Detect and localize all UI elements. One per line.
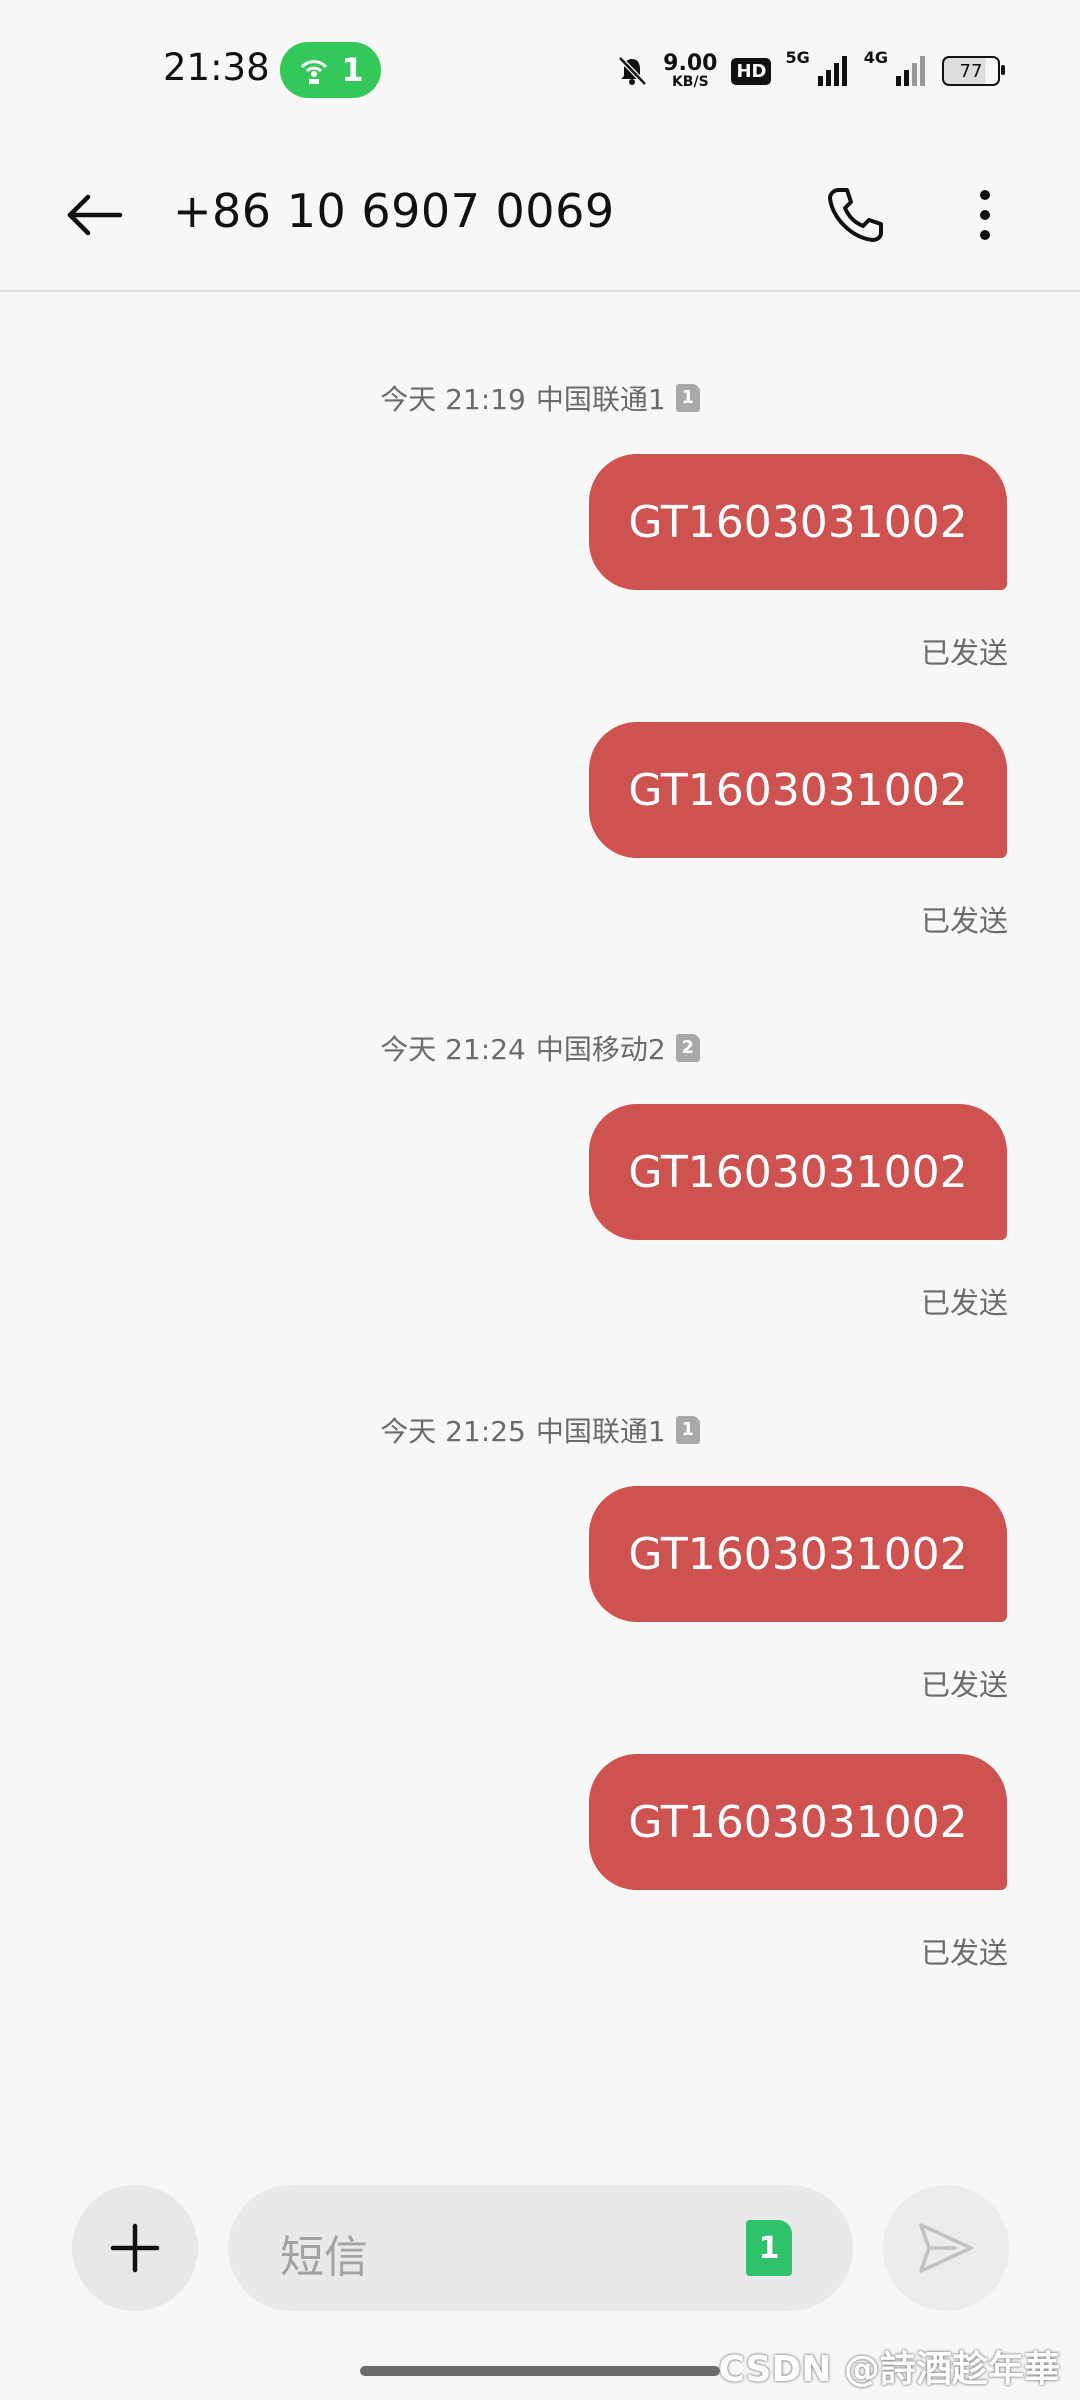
status-bar: 21:38 1 9.00 KB/S HD 5G 4G 77 bbox=[0, 0, 1080, 140]
timestamp-time: 今天 21:24 bbox=[380, 1033, 526, 1066]
plus-icon bbox=[110, 2223, 160, 2273]
message-bubble[interactable]: GT1603031002 bbox=[589, 1486, 1007, 1622]
sim-card-icon: 1 bbox=[675, 384, 700, 412]
status-time: 21:38 bbox=[163, 46, 270, 89]
carrier-name: 中国移动2 bbox=[535, 1033, 666, 1066]
conversation-header: +86 10 6907 0069 bbox=[0, 140, 1080, 292]
message-status: 已发送 bbox=[920, 636, 1008, 670]
network-type-1: 5G bbox=[785, 48, 810, 67]
net-speed-value: 9.00 bbox=[663, 51, 718, 76]
watermark: CSDN @詩酒趁年華 bbox=[718, 2349, 1060, 2390]
attach-button[interactable] bbox=[72, 2185, 198, 2311]
hotspot-count: 1 bbox=[341, 51, 364, 89]
sim-select-button[interactable]: 1 bbox=[746, 2220, 792, 2276]
hd-voice-badge: HD bbox=[731, 57, 772, 85]
sim-card-icon: 1 bbox=[675, 1416, 700, 1444]
message-status: 已发送 bbox=[920, 1286, 1008, 1320]
hotspot-indicator[interactable]: 1 bbox=[280, 42, 381, 98]
sim-select-label: 1 bbox=[758, 2230, 780, 2266]
back-arrow-icon[interactable] bbox=[60, 180, 130, 250]
message-status: 已发送 bbox=[920, 1936, 1008, 1970]
message-status: 已发送 bbox=[920, 1668, 1008, 1702]
send-button[interactable] bbox=[883, 2185, 1009, 2311]
more-options-icon[interactable] bbox=[950, 180, 1020, 250]
message-status: 已发送 bbox=[920, 904, 1008, 938]
battery-icon: 77 bbox=[942, 56, 1005, 86]
home-indicator[interactable] bbox=[360, 2366, 720, 2376]
signal-icon-2 bbox=[896, 56, 925, 86]
timestamp-header: 今天 21:25 中国联通1 1 bbox=[0, 1410, 1080, 1450]
hotspot-icon bbox=[301, 60, 328, 84]
message-input-placeholder: 短信 bbox=[280, 2232, 368, 2283]
status-icons: 9.00 KB/S HD 5G 4G 77 bbox=[615, 48, 1005, 94]
timestamp-header: 今天 21:24 中国移动2 2 bbox=[0, 1028, 1080, 1068]
timestamp-header: 今天 21:19 中国联通1 1 bbox=[0, 378, 1080, 418]
message-input[interactable]: 短信 1 bbox=[228, 2185, 853, 2311]
contact-number[interactable]: +86 10 6907 0069 bbox=[173, 184, 615, 238]
message-bubble[interactable]: GT1603031002 bbox=[589, 454, 1007, 590]
mute-bell-icon bbox=[618, 56, 647, 86]
timestamp-time: 今天 21:25 bbox=[380, 1415, 526, 1448]
net-speed: 9.00 KB/S bbox=[663, 51, 718, 90]
battery-level: 77 bbox=[959, 60, 983, 82]
send-icon bbox=[919, 2223, 973, 2273]
net-speed-unit: KB/S bbox=[671, 74, 709, 90]
message-bubble[interactable]: GT1603031002 bbox=[589, 1104, 1007, 1240]
carrier-name: 中国联通1 bbox=[535, 1415, 666, 1448]
phone-call-icon[interactable] bbox=[820, 180, 890, 250]
sim-card-icon: 2 bbox=[675, 1034, 700, 1062]
network-type-2: 4G bbox=[863, 48, 888, 67]
message-bubble[interactable]: GT1603031002 bbox=[589, 1754, 1007, 1890]
signal-icon-1 bbox=[817, 56, 847, 86]
message-bubble[interactable]: GT1603031002 bbox=[589, 722, 1007, 858]
timestamp-time: 今天 21:19 bbox=[380, 383, 526, 416]
carrier-name: 中国联通1 bbox=[535, 383, 666, 416]
